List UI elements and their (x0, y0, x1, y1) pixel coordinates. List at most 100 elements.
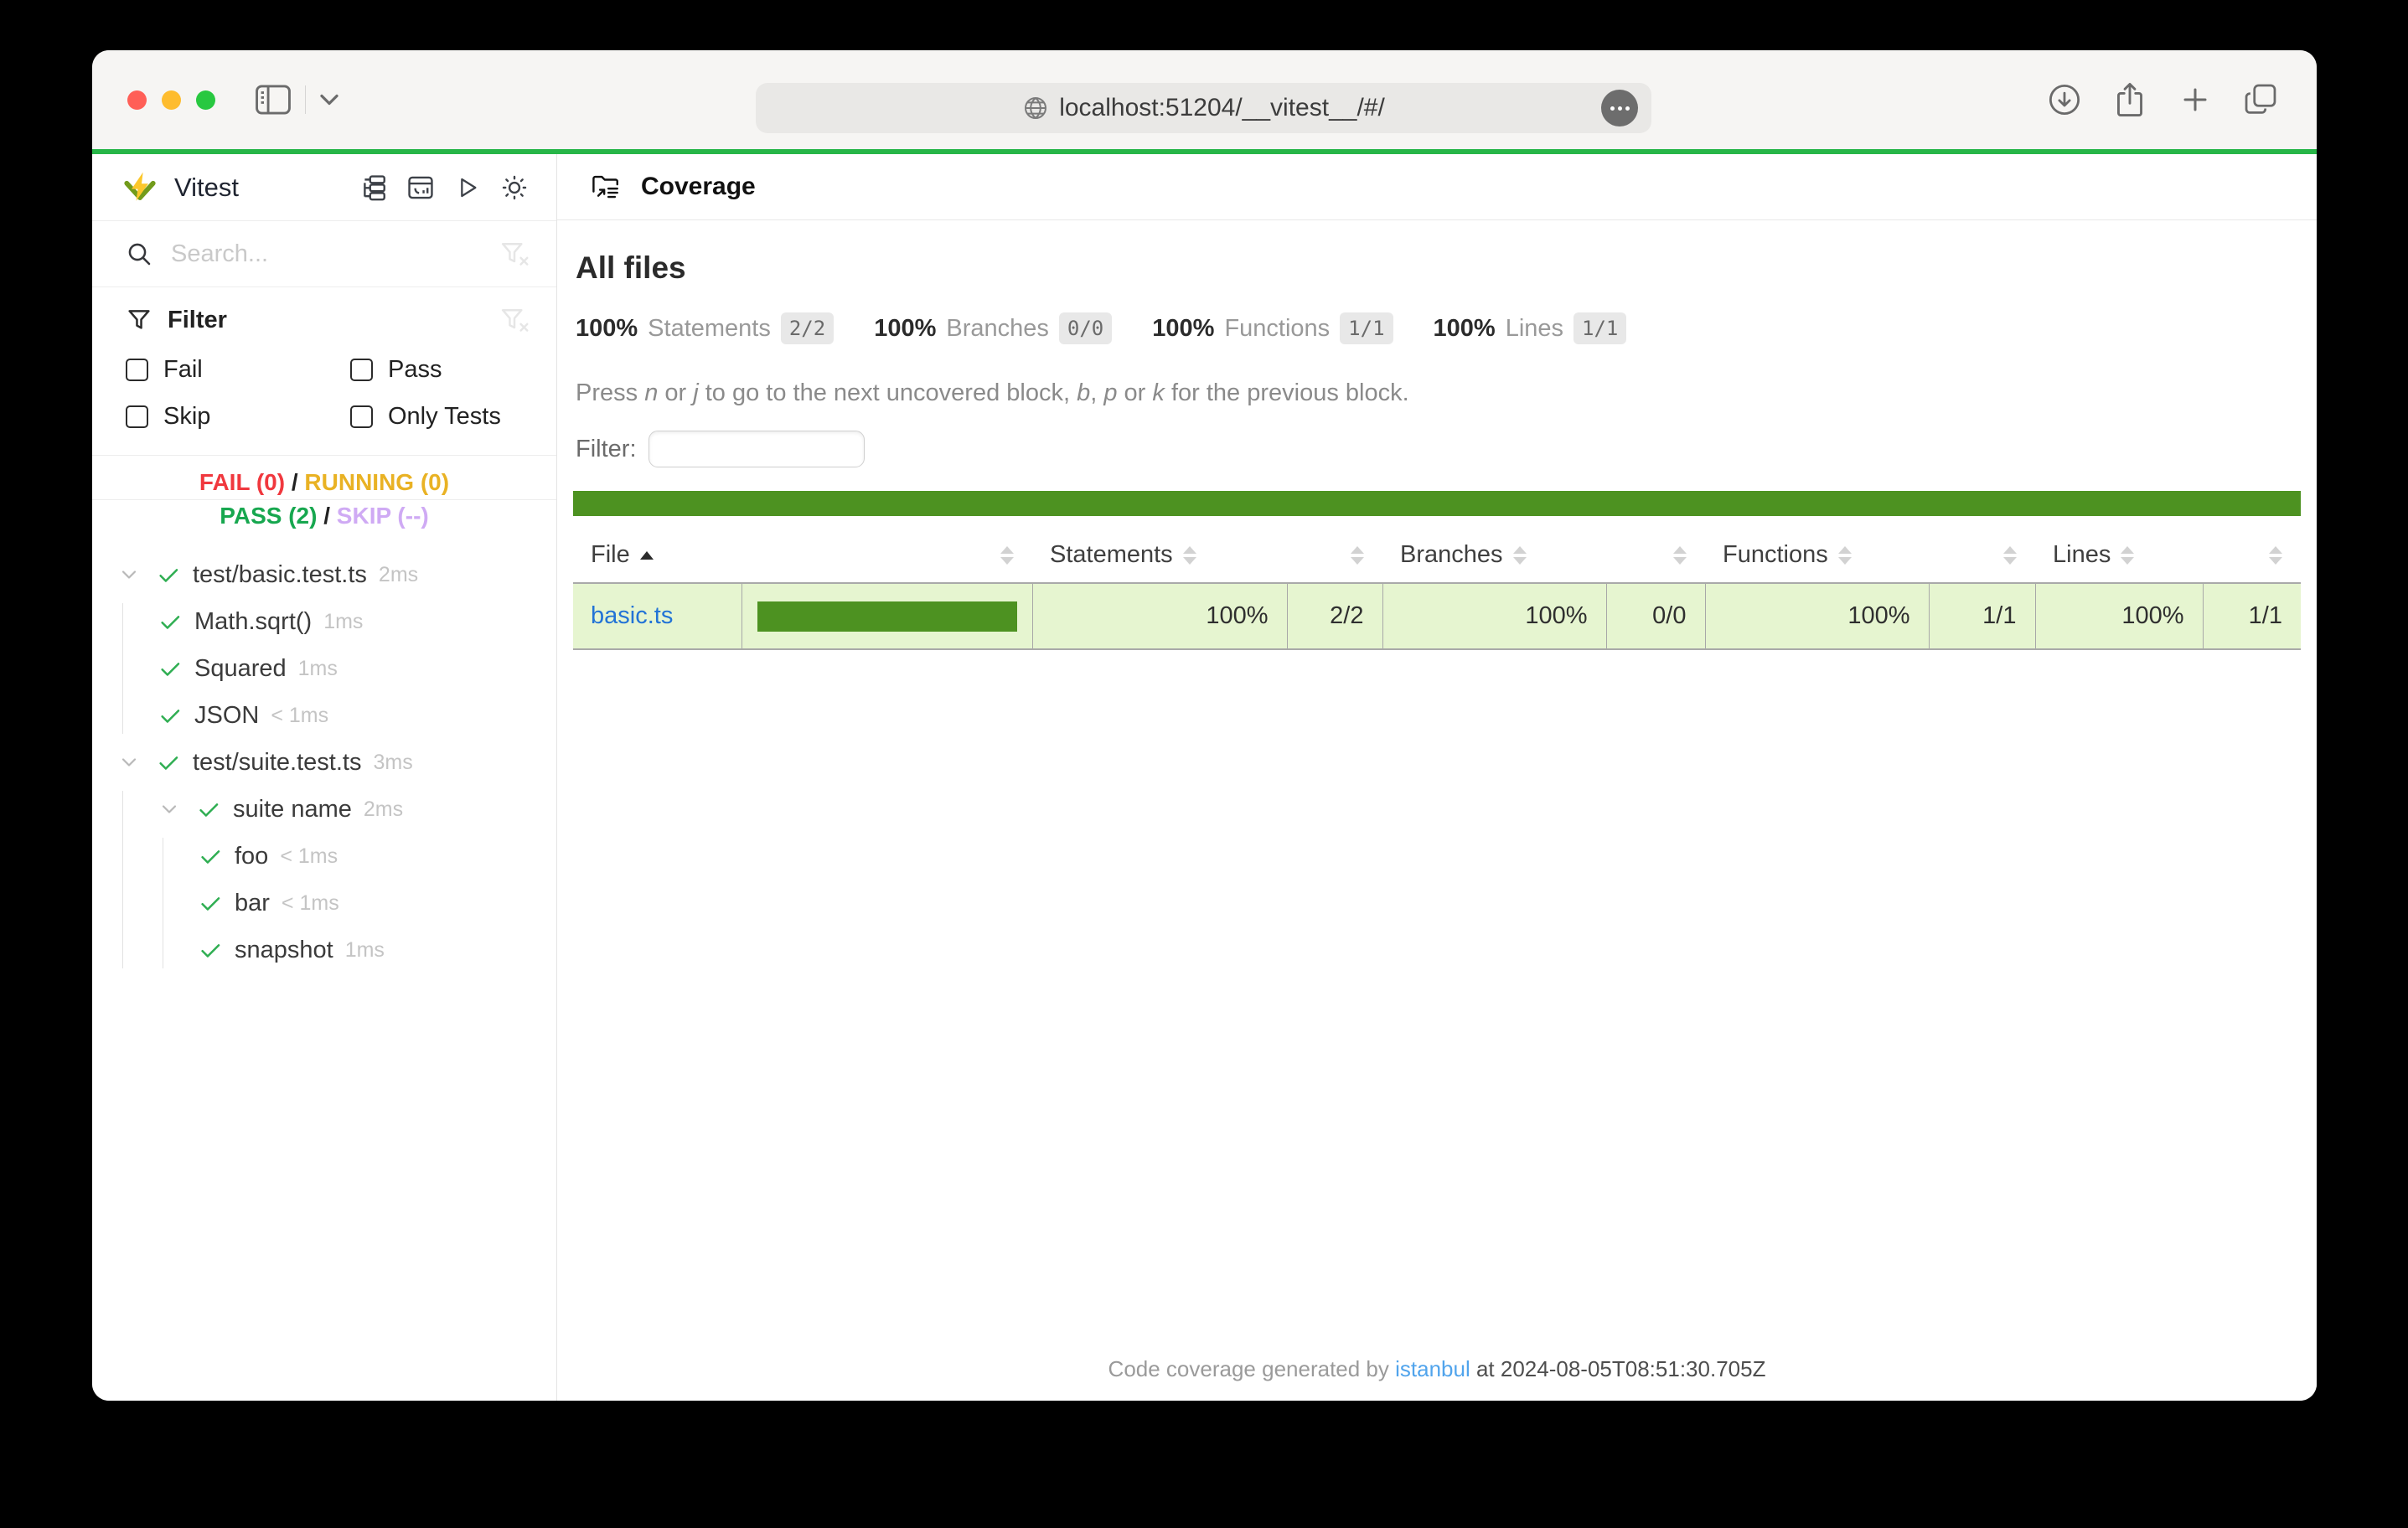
tree-test-row[interactable]: JSON< 1ms (92, 692, 556, 739)
minimize-window-button[interactable] (162, 90, 181, 110)
sorter-icon[interactable] (1673, 546, 1687, 565)
hint-text: to go to the next uncovered block, (699, 379, 1077, 406)
tree-file-row[interactable]: test/basic.test.ts 2ms (92, 551, 556, 598)
sorter-icon[interactable] (2121, 546, 2134, 565)
column-header-file[interactable]: File (573, 531, 742, 583)
running-count: RUNNING (0) (304, 469, 449, 495)
coverage-filter-input[interactable] (649, 431, 865, 467)
sidebar: Vitest (92, 154, 557, 1401)
test-label: foo (235, 843, 268, 870)
test-label: Squared (194, 655, 287, 683)
test-duration: 2ms (364, 798, 403, 822)
column-header-functions-raw-sorter[interactable] (1929, 531, 2035, 583)
chevron-down-icon[interactable] (117, 751, 144, 774)
filter-option-skip[interactable]: Skip (126, 393, 350, 440)
tree-test-row[interactable]: Squared1ms (92, 645, 556, 692)
collapse-tree-icon[interactable] (359, 173, 389, 202)
hint-key: n (644, 379, 658, 406)
close-window-button[interactable] (127, 90, 147, 110)
test-duration: < 1ms (271, 704, 328, 728)
filter-section-title: Filter (168, 307, 227, 334)
chevron-down-icon[interactable] (158, 798, 184, 821)
sidebar-toggle-icon[interactable] (255, 84, 292, 116)
test-duration: 3ms (373, 751, 412, 775)
page-title: Coverage (641, 173, 756, 201)
page-settings-button[interactable] (1601, 90, 1638, 126)
column-header-statements[interactable]: Statements (1032, 531, 1287, 583)
table-row: basic.ts 100% 2/2 100% 0/0 100% 1/1 100% (573, 583, 2301, 649)
filter-option-pass[interactable]: Pass (350, 346, 530, 393)
zoom-window-button[interactable] (196, 90, 215, 110)
stat-percent: 100% (874, 315, 936, 343)
coverage-footer: Code coverage generated by istanbul at 2… (557, 1346, 2317, 1401)
tree-test-row[interactable]: suite name2ms (92, 786, 556, 833)
column-header-lines-raw-sorter[interactable] (2203, 531, 2301, 583)
stat-fraction: 1/1 (1573, 312, 1626, 344)
downloads-icon[interactable] (2047, 82, 2082, 117)
hint-text: Press (576, 379, 644, 406)
skip-checkbox[interactable] (126, 405, 148, 428)
browser-window: localhost:51204/__vitest__/#/ (92, 50, 2317, 1401)
istanbul-link[interactable]: istanbul (1395, 1356, 1470, 1381)
test-run-summary: FAIL (0) / RUNNING (0) PASS (2) / SKIP (… (92, 456, 556, 543)
tree-test-row[interactable]: Math.sqrt()1ms (92, 598, 556, 645)
filter-option-fail[interactable]: Fail (126, 346, 350, 393)
column-header-graph-sorter[interactable] (742, 531, 1032, 583)
share-icon[interactable] (2112, 81, 2147, 118)
sorter-icon[interactable] (1351, 546, 1364, 565)
skip-label: Skip (163, 403, 210, 431)
hint-text: for the previous block. (1165, 379, 1409, 406)
column-header-lines[interactable]: Lines (2035, 531, 2203, 583)
test-label: test/basic.test.ts (193, 561, 367, 589)
stat-label: Statements (648, 315, 771, 343)
globe-icon (1022, 95, 1049, 121)
column-header-statements-raw-sorter[interactable] (1287, 531, 1382, 583)
tree-file-row[interactable]: test/suite.test.ts 3ms (92, 739, 556, 786)
filter-icon (126, 307, 152, 333)
theme-toggle-icon[interactable] (499, 173, 530, 202)
column-header-functions[interactable]: Functions (1705, 531, 1929, 583)
test-duration: 2ms (379, 563, 418, 587)
only-tests-checkbox[interactable] (350, 405, 373, 428)
divider (305, 85, 306, 114)
functions-pct-cell: 100% (1705, 583, 1929, 649)
pass-check-icon (158, 703, 183, 728)
sorter-icon[interactable] (2003, 546, 2017, 565)
run-all-icon[interactable] (452, 174, 483, 201)
skip-count: SKIP (--) (337, 503, 429, 529)
clear-search-filter-icon[interactable] (499, 239, 530, 269)
tab-overview-icon[interactable] (2243, 82, 2278, 117)
file-link[interactable]: basic.ts (591, 602, 673, 629)
sorter-icon[interactable] (2269, 546, 2282, 565)
pass-count: PASS (2) (220, 503, 317, 529)
new-tab-icon[interactable] (2178, 85, 2213, 115)
browser-chrome: localhost:51204/__vitest__/#/ (92, 50, 2317, 149)
clear-status-filter-icon[interactable] (499, 305, 530, 335)
test-duration: 1ms (345, 938, 385, 963)
stat-functions: 100%Functions1/1 (1152, 312, 1393, 344)
sorter-icon[interactable] (1838, 546, 1852, 565)
window-controls (127, 50, 215, 149)
test-label: Math.sqrt() (194, 608, 312, 636)
sorter-icon[interactable] (1183, 546, 1196, 565)
dashboard-icon[interactable] (406, 173, 436, 202)
sidebar-dropdown-chevron-icon[interactable] (319, 93, 339, 106)
fail-checkbox[interactable] (126, 359, 148, 381)
sorter-icon[interactable] (1513, 546, 1527, 565)
chevron-down-icon[interactable] (117, 563, 144, 586)
column-header-branches-raw-sorter[interactable] (1606, 531, 1705, 583)
test-label: test/suite.test.ts (193, 749, 361, 777)
filter-option-only-tests[interactable]: Only Tests (350, 393, 530, 440)
statements-raw-cell: 2/2 (1287, 583, 1382, 649)
test-label: snapshot (235, 937, 333, 964)
hint-text: or (658, 379, 693, 406)
pass-checkbox[interactable] (350, 359, 373, 381)
stat-fraction: 1/1 (1340, 312, 1393, 344)
statements-pct-cell: 100% (1032, 583, 1287, 649)
stat-label: Lines (1506, 315, 1563, 343)
column-header-branches[interactable]: Branches (1382, 531, 1606, 583)
search-input[interactable] (171, 240, 499, 268)
address-bar[interactable]: localhost:51204/__vitest__/#/ (756, 83, 1651, 133)
sorter-icon[interactable] (1000, 546, 1014, 565)
app-title: Vitest (174, 173, 239, 203)
